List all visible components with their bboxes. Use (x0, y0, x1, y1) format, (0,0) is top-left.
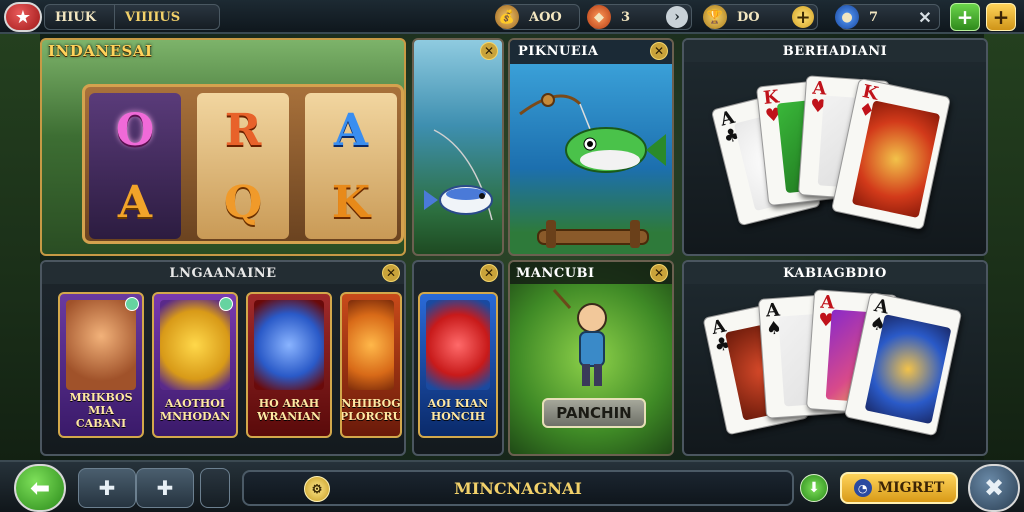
resource-coins-value: AOO (529, 9, 562, 25)
plus-icon: + (956, 5, 974, 29)
fish-games-panel[interactable]: LNGAANAINE ✕ MRIKBOS MIA CABANI AAOTHOI … (40, 260, 406, 456)
badge-icon (125, 297, 139, 311)
chevron-right-icon[interactable]: › (666, 6, 688, 28)
star-icon: ★ (14, 6, 32, 28)
resource-trophy-value: DO (737, 9, 760, 25)
shop-button[interactable]: + (986, 3, 1016, 31)
clock-icon: ◔ (853, 479, 872, 497)
goldfish-icon (160, 300, 230, 390)
user-profile-pill[interactable]: HIUK VIIIIUS (44, 4, 220, 30)
bottom-bar: ⬅ ✚ ✚ ⚙ MINCNAGNAI ⬇ ◔ MIGRET ✖ (0, 460, 1024, 512)
migret-button[interactable]: ◔ MIGRET (840, 472, 958, 504)
panel-title: KABIAGBDIO (684, 262, 986, 284)
download-button[interactable]: ⬇ (800, 474, 828, 502)
resource-trophy: 🏆 DO + (703, 4, 818, 30)
fishing-game-panel[interactable]: PIKNUEIA ✕ (508, 38, 674, 256)
coin-icon: ⚙ (304, 476, 330, 502)
coin-bag-icon: 💰 (495, 5, 519, 29)
spacer-button (200, 468, 230, 508)
add-trophy-button[interactable]: + (792, 6, 814, 28)
friends-button[interactable]: ✚ (78, 468, 136, 508)
fishing-game-tile[interactable]: ✕ (412, 38, 504, 256)
tile-label: NHIIBOG PLORCRU (340, 397, 402, 423)
game-tile[interactable]: HO ARAH WRANIAN (246, 292, 332, 438)
close-icon[interactable]: ✕ (914, 6, 936, 28)
slot-symbol: K (331, 176, 371, 228)
slot-reels-frame: O R A A Q K (82, 84, 404, 244)
slot-game-panel[interactable]: INDANESAI O R A A Q K (40, 38, 406, 256)
panel-title: PIKNUEIA (510, 40, 672, 62)
shield-icon: ● (835, 5, 859, 29)
slot-symbol: R (224, 104, 262, 156)
close-icon[interactable]: ✕ (650, 42, 668, 60)
add-button[interactable]: + (950, 3, 980, 31)
card-game-panel[interactable]: BERHADIANI A ♣ K ♥ A ♥ K ♦ (682, 38, 988, 256)
mancubi-game-panel[interactable]: MANCUBI ✕ PANCHIN (508, 260, 674, 456)
aoi-game-panel[interactable]: ✕ AOI KIAN HONCIH (412, 260, 504, 456)
game-tile[interactable]: AOI KIAN HONCIH (418, 292, 498, 438)
message-bar[interactable]: ⚙ MINCNAGNAI (242, 470, 794, 506)
user-name: HIUK (55, 9, 96, 25)
trophy-icon: 🏆 (703, 5, 727, 29)
resource-shield-value: 7 (869, 9, 879, 25)
jungle-background-left (0, 30, 40, 472)
character-icon (66, 300, 136, 390)
resource-shield: ● 7 ✕ (835, 4, 940, 30)
panchin-button[interactable]: PANCHIN (542, 398, 646, 428)
redfish-icon (426, 300, 490, 390)
panel-title: BERHADIANI (684, 40, 986, 62)
tile-label: HO ARAH WRANIAN (257, 397, 321, 423)
slot-symbol: Q (223, 176, 263, 228)
home-button[interactable]: ★ (4, 2, 42, 32)
message-text: MINCNAGNAI (454, 478, 582, 498)
orangefish-icon (348, 300, 394, 390)
tools-button[interactable]: ✖ (968, 464, 1020, 512)
bluefish-icon (254, 300, 324, 390)
puzzle-icon: ✚ (156, 476, 174, 500)
top-bar: ★ HIUK VIIIIUS 💰 AOO ◆ 3 › 🏆 DO + ● 7 ✕ … (0, 0, 1024, 34)
close-icon[interactable]: ✕ (650, 264, 668, 282)
card-game-panel-2[interactable]: KABIAGBDIO A ♣ A ♠ A ♥ A ♠ (682, 260, 988, 456)
resource-coins: 💰 AOO (495, 4, 580, 30)
gem-icon: ◆ (587, 5, 611, 29)
user-rank: VIIIIUS (125, 9, 181, 25)
panel-title: MANCUBI (510, 262, 672, 284)
migret-label: MIGRET (877, 480, 945, 496)
tile-label: AOI KIAN HONCIH (427, 397, 489, 423)
tile-label: MRIKBOS MIA CABANI (69, 390, 133, 430)
back-arrow-icon: ⬅ (29, 474, 51, 502)
close-icon[interactable]: ✕ (382, 264, 400, 282)
badge-icon (219, 297, 233, 311)
panel-title: LNGAANAINE (42, 262, 404, 284)
resource-gems: ◆ 3 › (587, 4, 692, 30)
fish-icon (424, 129, 493, 221)
settings-button[interactable]: ✚ (136, 468, 194, 508)
tile-label: AAOTHOI MNHODAN (159, 397, 231, 423)
download-icon: ⬇ (808, 480, 820, 496)
panel-title: INDANESAI (48, 42, 153, 60)
resource-gems-value: 3 (621, 9, 631, 25)
slot-symbol: A (117, 176, 153, 228)
game-tile[interactable]: MRIKBOS MIA CABANI (58, 292, 144, 438)
back-button[interactable]: ⬅ (14, 464, 66, 512)
jumping-fish-icon (519, 93, 666, 248)
slot-symbol: A (333, 104, 369, 156)
jungle-background-right (984, 30, 1024, 472)
plus-icon: + (992, 5, 1010, 29)
game-tile[interactable]: AAOTHOI MNHODAN (152, 292, 238, 438)
game-tile[interactable]: NHIIBOG PLORCRU (340, 292, 402, 438)
close-icon[interactable]: ✕ (480, 264, 498, 282)
tools-icon: ✖ (983, 474, 1005, 502)
puzzle-icon: ✚ (98, 476, 116, 500)
fisherman-icon (552, 289, 607, 386)
slot-symbol: O (115, 104, 155, 156)
